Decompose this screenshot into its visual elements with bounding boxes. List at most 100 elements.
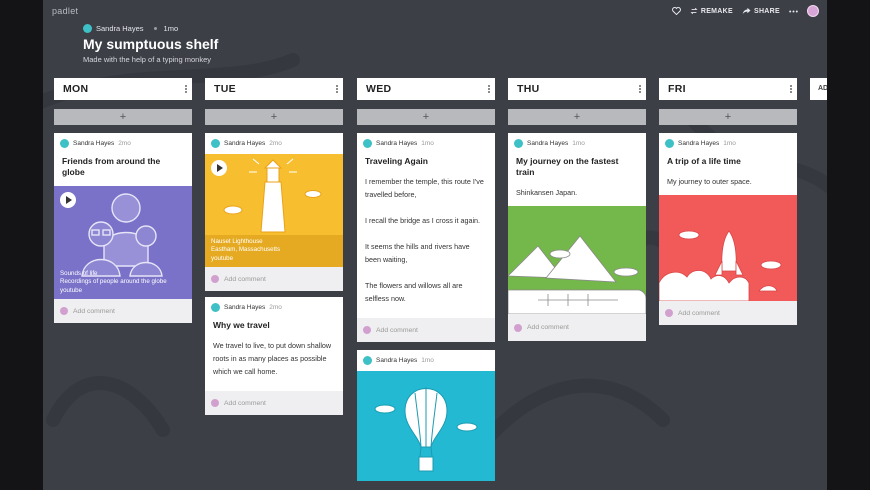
column-header[interactable]: WED (357, 78, 495, 100)
app-logo[interactable]: padlet (52, 6, 78, 16)
add-comment-field[interactable]: Add comment (659, 301, 797, 326)
plus-icon: + (422, 111, 430, 123)
column-wed: WED + Sandra Hayes 1mo Traveling Again I… (357, 78, 495, 482)
post-author: Sandra Hayes (678, 140, 720, 147)
post-card[interactable]: Sandra Hayes 2mo Why we travel We travel… (205, 297, 343, 416)
post-card[interactable]: Sandra Hayes 1mo My journey on the faste… (508, 133, 646, 342)
post-paragraph: My journey to outer space. (667, 177, 752, 187)
board-subtitle: Made with the help of a typing monkey (83, 55, 211, 64)
board-time: 1mo (163, 24, 179, 33)
more-menu-button[interactable] (789, 10, 798, 13)
post-author-row: Sandra Hayes 1mo (659, 133, 797, 148)
post-author: Sandra Hayes (73, 140, 115, 147)
column-header[interactable]: THU (508, 78, 646, 100)
post-card[interactable]: Sandra Hayes 2mo Friends from around the… (54, 133, 192, 324)
column-label: MON (63, 83, 89, 95)
post-card[interactable]: Sandra Hayes 1mo Traveling Again I remem… (357, 133, 495, 343)
post-title: Why we travel (213, 320, 270, 330)
share-label: SHARE (753, 7, 780, 15)
caption-title: Sounds of life (60, 270, 98, 278)
user-avatar[interactable] (807, 5, 819, 17)
author-avatar-icon (211, 303, 220, 312)
add-comment-field[interactable]: Add comment (205, 267, 343, 291)
post-title: A trip of a life time (667, 156, 741, 166)
post-author-row: Sandra Hayes 2mo (205, 133, 343, 148)
post-author: Sandra Hayes (224, 304, 266, 311)
board-title: My sumptuous shelf (83, 36, 219, 52)
add-comment-field[interactable]: Add comment (357, 318, 495, 343)
add-comment-field[interactable]: Add comment (508, 314, 646, 342)
post-time: 2mo (269, 304, 282, 311)
add-comment-field[interactable]: Add comment (205, 391, 343, 416)
plus-icon: + (270, 111, 278, 123)
add-comment-placeholder: Add comment (73, 307, 115, 315)
author-avatar-icon (363, 356, 372, 366)
column-header[interactable]: MON (54, 78, 192, 100)
add-post-button[interactable]: + (508, 109, 646, 125)
board-header: Sandra Hayes 1mo My sumptuous shelf Made… (83, 24, 218, 64)
author-avatar-icon (363, 139, 372, 148)
remake-button[interactable]: REMAKE (690, 7, 733, 15)
post-title: Friends from around the globe (62, 156, 161, 178)
column-menu-icon[interactable] (488, 84, 490, 94)
column-menu-icon[interactable] (185, 84, 187, 94)
add-comment-placeholder: Add comment (224, 399, 266, 407)
hot-air-balloon-illustration (374, 387, 478, 472)
column-menu-icon[interactable] (790, 84, 792, 94)
balloon-image[interactable] (357, 371, 495, 482)
add-post-button[interactable]: + (659, 109, 797, 125)
column-label: FRI (668, 83, 686, 95)
post-paragraph: The flowers and willows all are selfless… (365, 281, 463, 304)
add-post-button[interactable]: + (357, 109, 495, 125)
share-button[interactable]: SHARE (742, 7, 780, 15)
board-author-row: Sandra Hayes 1mo (83, 24, 218, 33)
post-body: Shinkansen Japan. (508, 178, 646, 199)
train-image[interactable] (508, 206, 646, 315)
post-card[interactable]: Sandra Hayes 1mo A trip of a life time M… (659, 133, 797, 326)
rocket-image[interactable] (659, 195, 797, 302)
column-header[interactable]: FRI (659, 78, 797, 100)
column-menu-icon[interactable] (336, 84, 338, 94)
post-author-row: Sandra Hayes 2mo (205, 297, 343, 312)
post-time: 2mo (269, 140, 282, 147)
post-title: My journey on the fastest train (516, 156, 619, 178)
add-comment-field[interactable]: Add comment (54, 299, 192, 324)
video-caption: Sounds of life Recordings of people arou… (54, 267, 192, 299)
video-thumbnail[interactable]: Sounds of life Recordings of people arou… (54, 186, 192, 300)
author-avatar-icon (211, 139, 220, 148)
heart-icon (671, 7, 681, 15)
like-button[interactable] (671, 7, 681, 15)
column-header-partial[interactable]: AD (810, 78, 827, 100)
post-card[interactable]: Sandra Hayes 2mo Nauset Lighthouse Easth… (205, 133, 343, 291)
add-post-button[interactable]: + (205, 109, 343, 125)
right-dark-margin (827, 0, 870, 490)
caption-text: Recordings of people around the globe (60, 278, 167, 286)
share-icon (742, 7, 751, 15)
column-menu-icon[interactable] (639, 84, 641, 94)
author-avatar-icon (83, 24, 92, 33)
post-paragraph: I recall the bridge as I cross it again. (365, 216, 481, 226)
column-thu: THU + Sandra Hayes 1mo My journey on the… (508, 78, 646, 342)
column-header[interactable]: TUE (205, 78, 343, 100)
post-time: 1mo (421, 140, 434, 147)
play-icon[interactable] (211, 160, 227, 176)
add-comment-placeholder: Add comment (678, 309, 720, 317)
video-thumbnail[interactable]: Nauset Lighthouse Eastham, Massachusetts… (205, 154, 343, 267)
separator-dot (153, 27, 157, 30)
post-author-row: Sandra Hayes 2mo (54, 133, 192, 148)
column-mon: MON + Sandra Hayes 2mo Friends from arou… (54, 78, 192, 324)
post-body: We travel to live, to put down shallow r… (205, 331, 343, 378)
post-paragraph: It seems the hills and rivers have been … (365, 242, 470, 265)
commenter-avatar (665, 309, 673, 318)
add-comment-placeholder: Add comment (376, 326, 418, 334)
post-time: 2mo (118, 140, 131, 147)
column-label: THU (517, 83, 540, 95)
add-comment-placeholder: Add comment (224, 275, 266, 283)
play-icon[interactable] (60, 192, 76, 209)
post-author: Sandra Hayes (376, 140, 418, 147)
add-post-button[interactable]: + (54, 109, 192, 125)
post-card[interactable]: Sandra Hayes 1mo (357, 350, 495, 482)
commenter-avatar (363, 326, 371, 335)
author-avatar-icon (514, 139, 523, 148)
post-body: I remember the temple, this route I've t… (357, 167, 495, 305)
